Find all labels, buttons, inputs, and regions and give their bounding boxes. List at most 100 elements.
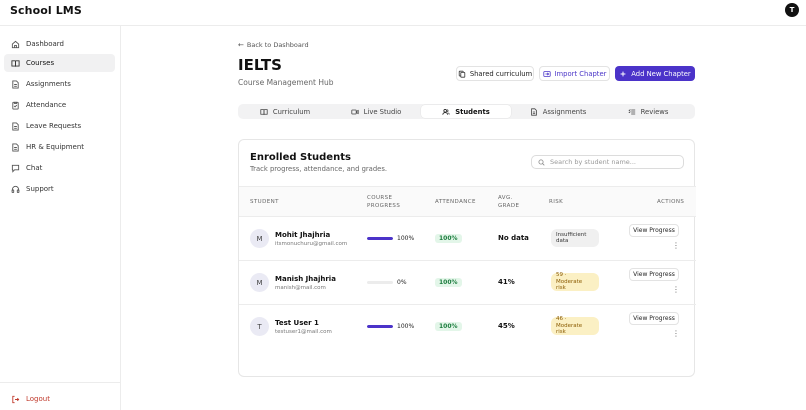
risk-badge: 59 · Moderate risk — [551, 272, 599, 292]
shared-curriculum-button[interactable]: Shared curriculum — [456, 66, 534, 81]
more-options-icon[interactable]: ⋮ — [672, 329, 680, 339]
progress-bar — [367, 325, 393, 328]
logout-label: Logout — [26, 395, 50, 403]
logout-button[interactable]: Logout — [4, 391, 115, 407]
brand-title: School LMS — [10, 4, 82, 17]
sidebar-item-label: Leave Requests — [26, 122, 82, 130]
sidebar-item-hr-equipment[interactable]: HR & Equipment — [4, 138, 115, 156]
sidebar-item-label: Dashboard — [26, 40, 64, 48]
risk-line-2: data — [556, 238, 569, 244]
col-course-progress-2: PROGRESS — [367, 203, 401, 209]
col-risk: RISK — [549, 199, 564, 205]
sidebar-item-label: Courses — [26, 59, 55, 67]
sidebar-item-label: Assignments — [26, 80, 71, 88]
document-icon — [11, 121, 20, 131]
back-label: Back to Dashboard — [246, 41, 309, 49]
search-input[interactable]: Search by student name... — [531, 155, 684, 169]
student-email: testuser1@mail.com — [275, 329, 332, 335]
sidebar-item-courses[interactable]: Courses — [4, 54, 115, 72]
sidebar-item-label: HR & Equipment — [26, 143, 85, 151]
student-name: Mohit Jhajhria — [275, 231, 331, 239]
col-attendance: ATTENDANCE — [435, 199, 476, 205]
table-row: M Mohit Jhajhria itsmonuchuru@gmail.com … — [239, 217, 696, 261]
tab-label: Reviews — [640, 107, 669, 116]
risk-line-2: risk — [556, 329, 566, 336]
search-icon — [538, 159, 545, 166]
progress-fill — [367, 237, 393, 240]
avatar: M — [250, 229, 269, 248]
tab-reviews[interactable]: Reviews — [603, 105, 693, 118]
sidebar: Dashboard Courses Assignments Attendance… — [0, 26, 121, 410]
risk-line-1: 59 · Moderate — [556, 272, 583, 285]
table-row: T Test User 1 testuser1@mail.com 100% 10… — [239, 305, 696, 349]
course-tabs: Curriculum Live Studio Students Assignme… — [238, 104, 695, 119]
sidebar-item-support[interactable]: Support — [4, 180, 115, 198]
student-email: manish@mail.com — [275, 285, 326, 291]
arrow-left-icon: ← — [238, 41, 244, 49]
sidebar-divider — [0, 382, 121, 383]
chat-icon — [11, 164, 20, 173]
sidebar-item-assignments[interactable]: Assignments — [4, 75, 115, 93]
import-icon — [542, 70, 551, 77]
avg-grade: 45% — [498, 322, 515, 330]
card-subtitle: Track progress, attendance, and grades. — [250, 165, 388, 173]
tab-curriculum[interactable]: Curriculum — [240, 105, 330, 118]
progress-label: 0% — [397, 279, 407, 286]
attendance-badge: 100% — [435, 322, 462, 331]
attendance-badge: 100% — [435, 278, 462, 287]
col-course-progress-1: COURSE — [367, 195, 393, 201]
avg-grade: 41% — [498, 278, 515, 286]
progress-fill — [367, 325, 393, 328]
import-chapter-label: Import Chapter — [554, 69, 607, 78]
view-progress-button[interactable]: View Progress — [629, 224, 679, 237]
sidebar-item-attendance[interactable]: Attendance — [4, 96, 115, 114]
card-title: Enrolled Students — [250, 152, 351, 163]
student-name: Test User 1 — [275, 319, 319, 327]
user-avatar[interactable]: T — [785, 3, 799, 17]
risk-line-2: risk — [556, 285, 566, 292]
view-progress-button[interactable]: View Progress — [629, 268, 679, 281]
document-icon — [11, 79, 20, 89]
add-chapter-button[interactable]: Add New Chapter — [615, 66, 695, 81]
sidebar-item-chat[interactable]: Chat — [4, 159, 115, 177]
document-icon — [530, 107, 537, 116]
tab-students[interactable]: Students — [421, 105, 511, 118]
col-grade-1: AVG. — [498, 195, 513, 201]
tab-assignments[interactable]: Assignments — [513, 105, 603, 118]
sidebar-item-label: Chat — [26, 164, 43, 172]
view-progress-button[interactable]: View Progress — [629, 312, 679, 325]
page-title: IELTS — [238, 56, 282, 74]
add-chapter-label: Add New Chapter — [631, 69, 691, 78]
col-grade-2: GRADE — [498, 203, 520, 209]
progress-label: 100% — [397, 235, 415, 242]
risk-line-1: Insufficient — [556, 231, 587, 238]
col-student: STUDENT — [250, 199, 279, 205]
video-icon — [351, 109, 359, 114]
page-subtitle: Course Management Hub — [238, 78, 334, 87]
home-icon — [11, 40, 20, 49]
search-placeholder: Search by student name... — [550, 158, 636, 166]
table-header: STUDENT COURSE PROGRESS ATTENDANCE AVG. … — [239, 186, 696, 217]
book-icon — [11, 59, 20, 68]
risk-line-1: 46 · Moderate — [556, 316, 583, 329]
avatar: M — [250, 273, 269, 292]
sidebar-item-dashboard[interactable]: Dashboard — [4, 35, 115, 53]
plus-icon — [620, 71, 626, 76]
tab-label: Curriculum — [272, 107, 311, 116]
tab-label: Assignments — [542, 107, 587, 116]
back-link[interactable]: ← Back to Dashboard — [238, 41, 309, 49]
more-options-icon[interactable]: ⋮ — [672, 241, 680, 251]
col-actions: ACTIONS — [657, 199, 685, 205]
clipboard-icon — [11, 101, 20, 110]
tab-live-studio[interactable]: Live Studio — [331, 105, 421, 118]
briefcase-icon — [11, 142, 20, 152]
more-options-icon[interactable]: ⋮ — [672, 285, 680, 295]
sidebar-item-label: Support — [26, 185, 54, 193]
import-chapter-button[interactable]: Import Chapter — [539, 66, 610, 81]
logout-icon — [12, 395, 20, 403]
student-name: Manish Jhajhria — [275, 275, 336, 283]
sidebar-item-leave-requests[interactable]: Leave Requests — [4, 117, 115, 135]
users-icon — [442, 108, 450, 115]
attendance-badge: 100% — [435, 234, 462, 243]
list-check-icon — [628, 108, 635, 114]
